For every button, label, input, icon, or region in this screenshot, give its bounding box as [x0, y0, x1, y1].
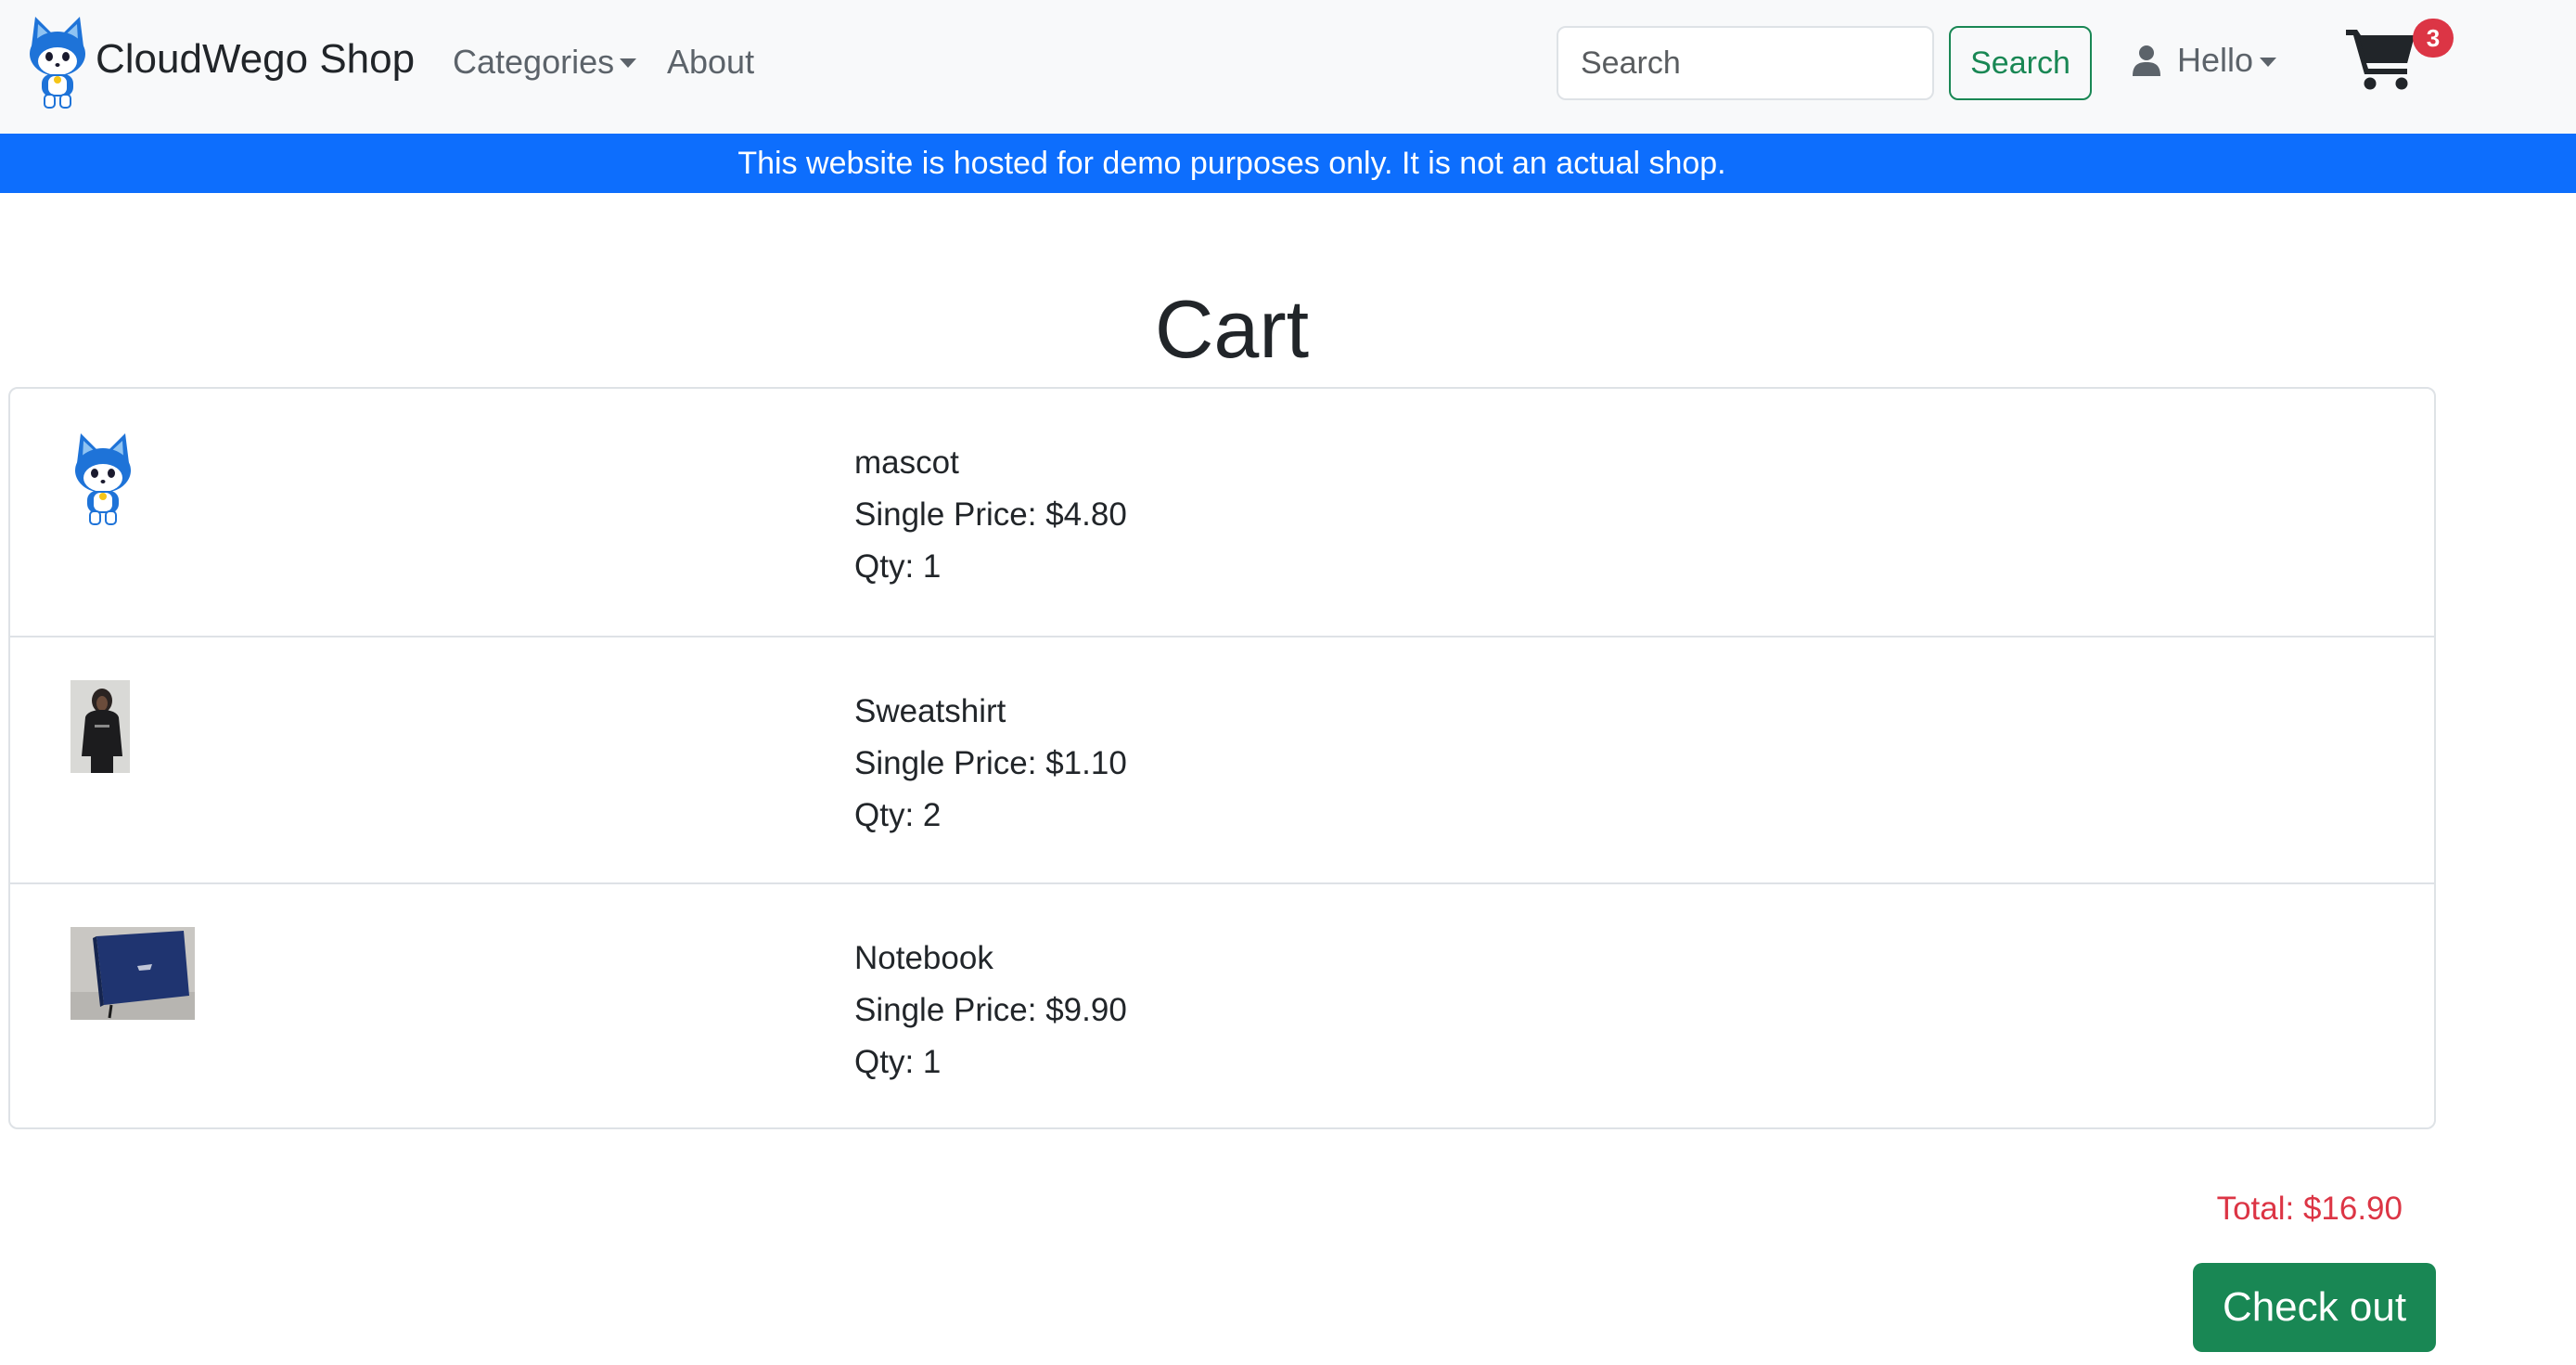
cart-count-badge: 3 — [2413, 19, 2454, 58]
cart-item-name: Notebook — [854, 940, 993, 976]
cart-button[interactable]: 3 — [2339, 19, 2454, 104]
cart-item-list: mascot Single Price: $4.80 Qty: 1 Sweats… — [8, 387, 2436, 1129]
brand-name[interactable]: CloudWego Shop — [96, 33, 415, 85]
cart-item-qty: Qty: 1 — [854, 1044, 942, 1080]
search-input[interactable] — [1557, 26, 1934, 100]
cart-total: Total: $16.90 — [2216, 1191, 2403, 1227]
cart-item: Sweatshirt Single Price: $1.10 Qty: 2 — [10, 636, 2434, 882]
top-navbar: CloudWego Shop Categories About Search H… — [0, 0, 2576, 134]
shopping-cart-icon — [2346, 30, 2415, 90]
chevron-down-icon — [620, 58, 636, 68]
chevron-down-icon — [2260, 58, 2276, 67]
cart-item-price: Single Price: $9.90 — [854, 992, 1127, 1028]
cart-item-name: Sweatshirt — [854, 693, 1006, 729]
cart-item-details: mascot Single Price: $4.80 Qty: 1 — [854, 437, 1127, 593]
cart-item-qty: Qty: 2 — [854, 797, 942, 833]
cart-item-name: mascot — [854, 444, 959, 481]
sweatshirt-photo — [70, 680, 130, 773]
cart-item: mascot Single Price: $4.80 Qty: 1 — [10, 389, 2434, 636]
user-menu-dropdown[interactable]: Hello — [2133, 33, 2281, 89]
user-icon — [2133, 45, 2160, 76]
user-greeting: Hello — [2177, 41, 2254, 79]
mascot-logo-icon[interactable] — [26, 15, 89, 111]
mascot-icon — [75, 433, 131, 525]
nav-categories-dropdown[interactable]: Categories — [453, 39, 614, 85]
notebook-photo — [70, 927, 195, 1020]
cart-item-qty: Qty: 1 — [854, 548, 942, 585]
demo-notice-text: This website is hosted for demo purposes… — [737, 146, 1726, 181]
cart-item-price: Single Price: $4.80 — [854, 496, 1127, 533]
page-title: Cart — [1154, 283, 1310, 375]
nav-about-link[interactable]: About — [667, 39, 754, 85]
cart-item: Notebook Single Price: $9.90 Qty: 1 — [10, 882, 2434, 1129]
cart-item-details: Notebook Single Price: $9.90 Qty: 1 — [854, 933, 1127, 1088]
demo-notice-banner: This website is hosted for demo purposes… — [0, 134, 2576, 193]
search-button[interactable]: Search — [1949, 26, 2092, 100]
cart-item-price: Single Price: $1.10 — [854, 745, 1127, 781]
cart-item-details: Sweatshirt Single Price: $1.10 Qty: 2 — [854, 686, 1127, 842]
checkout-button[interactable]: Check out — [2193, 1263, 2436, 1352]
